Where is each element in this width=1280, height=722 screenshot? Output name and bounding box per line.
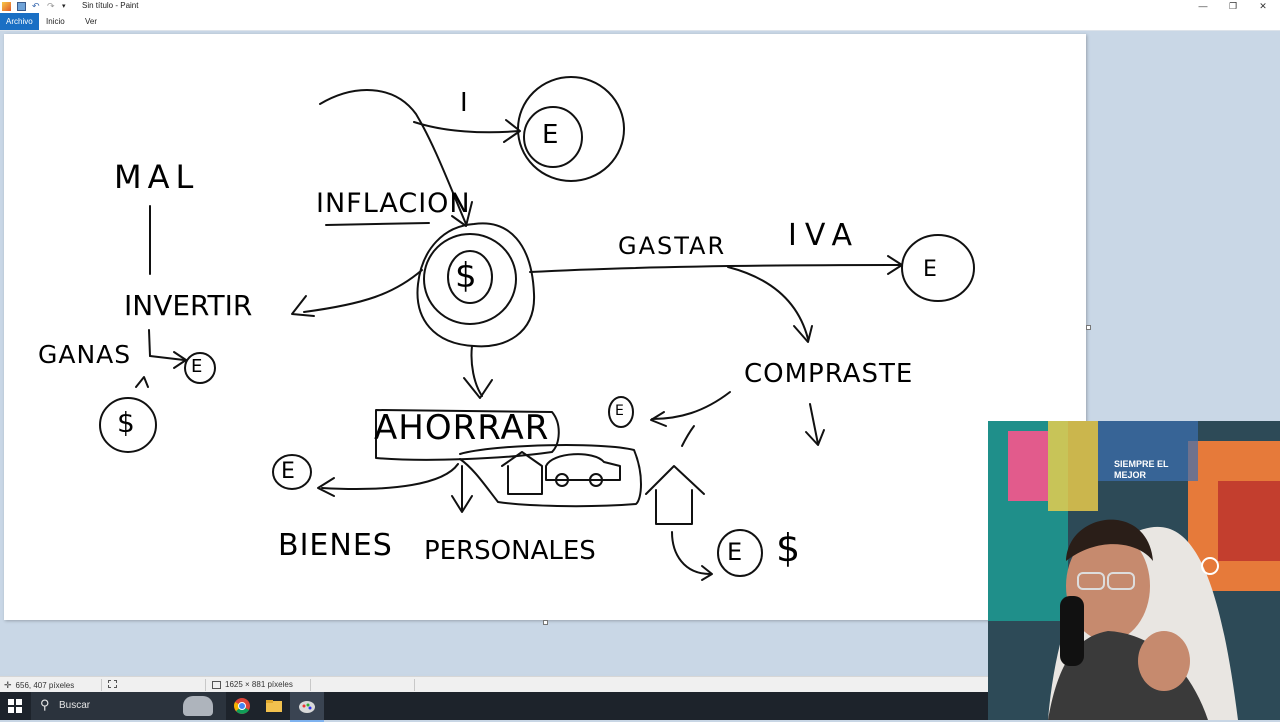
stroke-arrowhead-invertir bbox=[291, 295, 315, 317]
label-e-small: E bbox=[615, 403, 624, 419]
label-e-iva: E bbox=[923, 257, 937, 282]
selection-size bbox=[108, 680, 117, 688]
stroke-inflacion-underline bbox=[325, 222, 430, 226]
label-invertir: INVERTIR bbox=[124, 289, 253, 322]
stroke-arrow-to-iva bbox=[529, 264, 901, 273]
search-decoration-icon bbox=[183, 696, 213, 716]
label-e-ganas: E bbox=[191, 356, 203, 377]
stroke-arrow-to-invertir bbox=[303, 269, 423, 313]
stroke-arrowhead-compraste bbox=[793, 325, 813, 343]
house-right bbox=[645, 465, 705, 525]
label-ganas: GANAS bbox=[38, 340, 132, 369]
stroke-tick bbox=[681, 425, 695, 447]
cursor-position-icon: ✛ bbox=[4, 680, 12, 690]
paint-icon bbox=[299, 701, 315, 713]
close-button[interactable]: ✕ bbox=[1248, 0, 1278, 13]
canvas-size-text: 1625 × 881 píxeles bbox=[225, 680, 293, 689]
label-dollar-bottom: $ bbox=[776, 526, 801, 570]
paint-taskbar-button[interactable] bbox=[290, 692, 324, 722]
stroke-arrow-left-e bbox=[321, 463, 459, 490]
cursor-position-text: 656, 407 píxeles bbox=[15, 681, 75, 690]
tab-ver[interactable]: Ver bbox=[79, 13, 103, 30]
window-title: Sin título - Paint bbox=[82, 1, 139, 10]
chrome-icon[interactable] bbox=[233, 697, 251, 715]
label-bienes: BIENES bbox=[278, 528, 393, 563]
cursor-position: ✛ 656, 407 píxeles bbox=[4, 680, 74, 691]
stroke-arrowhead-left-e bbox=[317, 477, 335, 497]
label-e-left: E bbox=[281, 459, 295, 484]
drawing-canvas[interactable]: I E MAL INFLACION $ GASTAR IVA E INVERTI… bbox=[4, 34, 1086, 620]
label-tax-i: I bbox=[460, 88, 468, 118]
windows-start-icon[interactable] bbox=[8, 699, 22, 713]
redo-icon[interactable]: ↷ bbox=[47, 2, 56, 11]
quick-access-toolbar: ↶ ↷ ▾ bbox=[2, 1, 71, 12]
label-gastar: GASTAR bbox=[618, 232, 727, 260]
label-dollar-center: $ bbox=[455, 256, 477, 296]
label-inflacion: INFLACION bbox=[316, 188, 471, 219]
canvas-size: 1625 × 881 píxeles bbox=[212, 680, 293, 689]
label-iva: IVA bbox=[788, 218, 860, 253]
label-dollar-ganas: $ bbox=[117, 406, 135, 439]
tab-archivo[interactable]: Archivo bbox=[0, 13, 39, 30]
box-car bbox=[459, 444, 642, 508]
taskbar-search[interactable]: ⚲ Buscar bbox=[31, 692, 226, 720]
webcam-wall-text: SIEMPRE EL MEJOR bbox=[1114, 459, 1169, 480]
customize-toolbar-icon[interactable]: ▾ bbox=[62, 2, 71, 11]
circle-e-top-outer bbox=[517, 76, 625, 182]
title-bar: ↶ ↷ ▾ Sin título - Paint — ❐ ✕ bbox=[0, 0, 1280, 13]
label-e-top: E bbox=[542, 120, 559, 150]
label-compraste: COMPRASTE bbox=[744, 359, 914, 389]
file-explorer-icon[interactable] bbox=[265, 697, 283, 715]
label-ahorrar: AHORRAR bbox=[374, 408, 550, 448]
canvas-resize-handle-right[interactable] bbox=[1086, 325, 1091, 330]
paint-app-icon bbox=[2, 2, 11, 11]
circle-e-iva bbox=[901, 234, 975, 302]
stroke-invertir-down bbox=[148, 329, 151, 357]
label-e-bottom: E bbox=[727, 538, 743, 566]
save-icon[interactable] bbox=[17, 2, 26, 11]
restore-button[interactable]: ❐ bbox=[1218, 0, 1248, 13]
undo-icon[interactable]: ↶ bbox=[32, 2, 41, 11]
ribbon-tabs: Archivo Inicio Ver bbox=[0, 13, 1280, 31]
stroke-n-mark bbox=[135, 376, 149, 388]
canvas-size-icon bbox=[212, 680, 221, 689]
canvas-resize-handle-bottom[interactable] bbox=[543, 620, 548, 625]
search-icon: ⚲ bbox=[40, 697, 50, 712]
label-mal: MAL bbox=[114, 158, 200, 196]
webcam-overlay: SIEMPRE EL MEJOR bbox=[988, 421, 1280, 720]
stroke-ganas-arrow bbox=[149, 355, 185, 361]
selection-icon bbox=[108, 680, 117, 688]
stroke-arrow-small-e bbox=[651, 391, 731, 420]
house-small bbox=[501, 451, 543, 495]
minimize-button[interactable]: — bbox=[1188, 0, 1218, 13]
tab-inicio[interactable]: Inicio bbox=[40, 13, 71, 30]
search-placeholder: Buscar bbox=[59, 700, 91, 711]
label-personales: PERSONALES bbox=[424, 536, 596, 566]
stroke-arrow-to-e-top bbox=[413, 121, 520, 134]
